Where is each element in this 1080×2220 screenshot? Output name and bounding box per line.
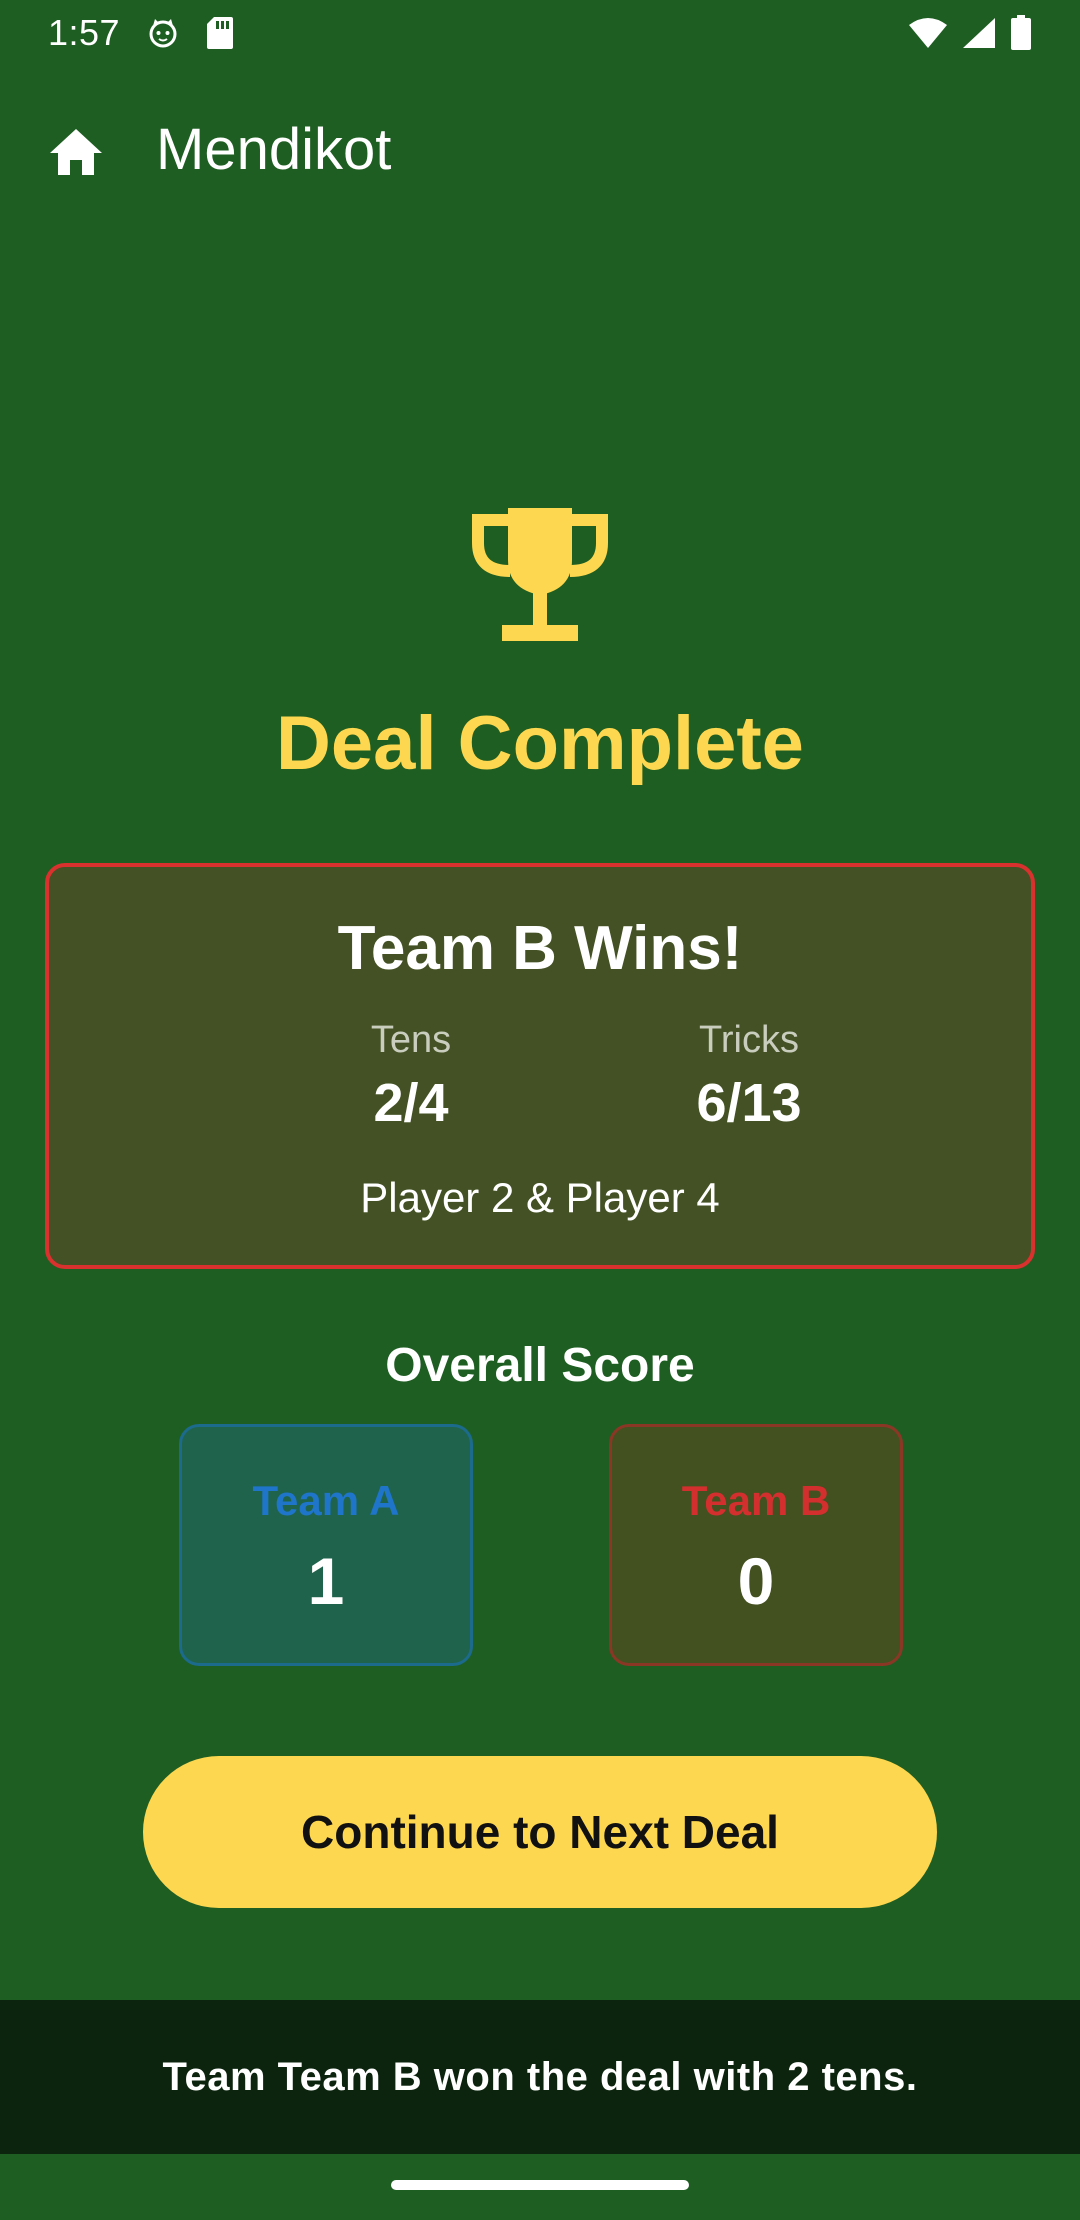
wifi-icon <box>908 17 948 49</box>
screen: 1:57 Mendikot Deal Complete Team B Wins!… <box>0 0 1080 2220</box>
result-title: Team B Wins! <box>337 914 743 983</box>
team-a-name: Team A <box>252 1477 400 1524</box>
cat-notification-icon <box>146 16 180 50</box>
overall-score-title: Overall Score <box>385 1339 695 1392</box>
tricks-label: Tricks <box>699 1019 799 1061</box>
tricks-stat: Tricks 6/13 <box>629 1019 869 1134</box>
snackbar: Team Team B won the deal with 2 tens. <box>0 2000 1080 2154</box>
sd-card-icon <box>206 16 234 50</box>
tens-value: 2/4 <box>373 1073 449 1133</box>
team-b-name: Team B <box>681 1477 831 1524</box>
team-b-score-card: Team B 0 <box>609 1424 903 1666</box>
team-a-score-card: Team A 1 <box>179 1424 473 1666</box>
home-icon <box>50 129 102 175</box>
winning-players: Player 2 & Player 4 <box>360 1174 720 1221</box>
status-bar: 1:57 <box>0 0 1080 66</box>
tricks-value: 6/13 <box>696 1073 802 1133</box>
trophy-icon <box>470 505 610 645</box>
app-title: Mendikot <box>156 117 392 182</box>
snackbar-message: Team Team B won the deal with 2 tens. <box>162 2054 918 2099</box>
signal-icon <box>962 17 996 49</box>
gesture-bar[interactable] <box>391 2180 689 2190</box>
battery-icon <box>1010 15 1032 51</box>
home-button[interactable] <box>44 124 108 180</box>
status-time: 1:57 <box>48 12 121 53</box>
status-right <box>908 15 1032 51</box>
tens-label: Tens <box>370 1019 452 1061</box>
team-a-score: 1 <box>307 1544 345 1618</box>
status-left: 1:57 <box>48 12 234 54</box>
app-bar: Mendikot <box>0 112 1080 192</box>
deal-heading: Deal Complete <box>276 701 804 786</box>
team-b-score: 0 <box>737 1544 775 1618</box>
continue-button[interactable]: Continue to Next Deal <box>143 1756 937 1908</box>
tens-stat: Tens 2/4 <box>291 1019 531 1134</box>
continue-button-label: Continue to Next Deal <box>301 1806 779 1858</box>
result-card: Team B Wins! Tens 2/4 Tricks 6/13 Player… <box>45 863 1035 1269</box>
